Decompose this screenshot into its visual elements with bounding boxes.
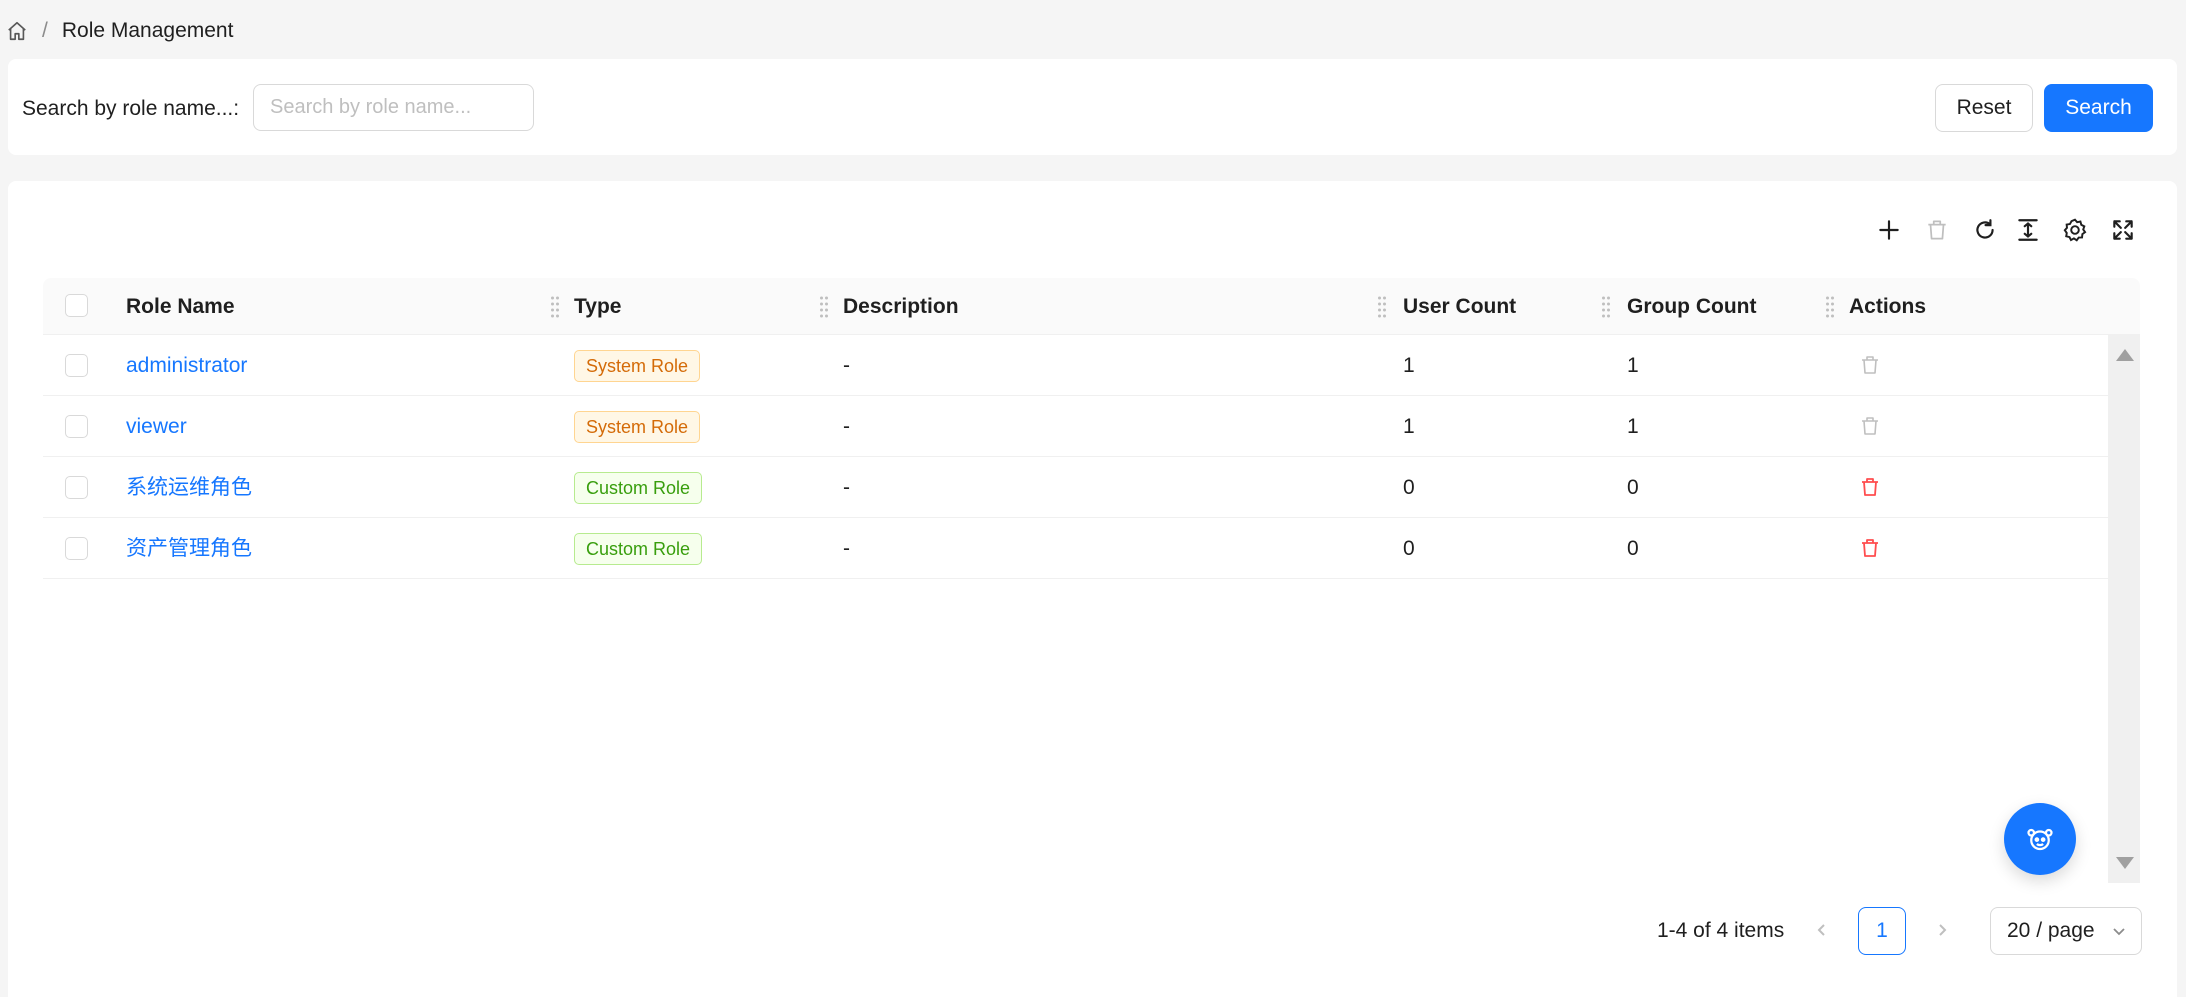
group-count: 0 xyxy=(1627,476,1639,499)
scroll-down-arrow-icon[interactable] xyxy=(2116,857,2134,869)
table-row: viewer System Role - 1 1 xyxy=(43,396,2108,457)
column-resize-handle[interactable] xyxy=(819,295,829,319)
column-header-role-name[interactable]: Role Name xyxy=(126,278,235,335)
table-row: 系统运维角色 Custom Role - 0 0 xyxy=(43,457,2108,518)
assistant-float-button[interactable] xyxy=(2004,803,2076,875)
role-name-link[interactable]: 资产管理角色 xyxy=(126,518,252,579)
role-description: - xyxy=(843,537,850,560)
group-count: 0 xyxy=(1627,537,1639,560)
column-header-actions: Actions xyxy=(1849,295,1927,318)
page-size-select[interactable]: 20 / page xyxy=(1990,907,2142,955)
column-resize-handle[interactable] xyxy=(1601,295,1611,319)
setting-icon[interactable] xyxy=(2059,214,2091,246)
column-resize-handle[interactable] xyxy=(1377,295,1387,319)
role-type-tag: Custom Role xyxy=(574,533,703,565)
user-count: 1 xyxy=(1403,415,1415,438)
row-checkbox[interactable] xyxy=(65,354,88,377)
fullscreen-icon[interactable] xyxy=(2107,214,2139,246)
robot-icon xyxy=(2027,828,2053,851)
scroll-up-arrow-icon[interactable] xyxy=(2116,349,2134,361)
plus-icon[interactable] xyxy=(1873,214,1905,246)
reset-button[interactable]: Reset xyxy=(1935,84,2033,132)
delete-icon[interactable] xyxy=(1858,475,1882,499)
search-button[interactable]: Search xyxy=(2044,84,2153,132)
row-checkbox[interactable] xyxy=(65,537,88,560)
column-header-description[interactable]: Description xyxy=(843,278,959,335)
column-header-user-count[interactable]: User Count xyxy=(1403,278,1516,335)
user-count: 1 xyxy=(1403,354,1415,377)
delete-icon xyxy=(1862,417,1878,435)
select-all-checkbox[interactable] xyxy=(65,294,88,317)
home-icon[interactable] xyxy=(6,20,28,42)
delete-icon xyxy=(1862,356,1878,374)
column-resize-handle[interactable] xyxy=(1825,295,1835,319)
breadcrumb: / Role Management xyxy=(6,16,233,46)
row-checkbox[interactable] xyxy=(65,476,88,499)
column-height-icon[interactable] xyxy=(2012,214,2044,246)
reload-icon[interactable] xyxy=(1969,214,2001,246)
user-count: 0 xyxy=(1403,537,1415,560)
prev-page-button[interactable] xyxy=(1806,914,1838,946)
role-description: - xyxy=(843,476,850,499)
user-count: 0 xyxy=(1403,476,1415,499)
role-type-tag: System Role xyxy=(574,411,701,443)
chevron-left-icon xyxy=(1817,924,1825,936)
table-row: administrator System Role - 1 1 xyxy=(43,335,2108,396)
group-count: 1 xyxy=(1627,354,1639,377)
trash-icon xyxy=(1921,214,1953,246)
breadcrumb-separator: / xyxy=(42,19,48,42)
group-count: 1 xyxy=(1627,415,1639,438)
role-type-tag: Custom Role xyxy=(574,472,703,504)
role-description: - xyxy=(843,354,850,377)
delete-icon[interactable] xyxy=(1858,536,1882,560)
chevron-right-icon xyxy=(1939,924,1947,936)
page-1-button[interactable]: 1 xyxy=(1858,907,1906,955)
table-row: 资产管理角色 Custom Role - 0 0 xyxy=(43,518,2108,579)
table-header: Role Name Type Description User Count Gr… xyxy=(43,278,2140,335)
pagination-total: 1-4 of 4 items xyxy=(1657,919,1785,942)
search-input[interactable] xyxy=(253,84,534,131)
role-name-link[interactable]: 系统运维角色 xyxy=(126,457,252,518)
search-label: Search by role name...: xyxy=(22,97,240,120)
column-header-type[interactable]: Type xyxy=(574,278,621,335)
breadcrumb-current: Role Management xyxy=(61,19,234,42)
page-size-value: 20 / page xyxy=(2007,919,2095,942)
table-scrollbar[interactable] xyxy=(2108,335,2140,883)
role-description: - xyxy=(843,415,850,438)
role-name-link[interactable]: viewer xyxy=(126,396,187,457)
role-name-link[interactable]: administrator xyxy=(126,335,247,396)
column-resize-handle[interactable] xyxy=(550,295,560,319)
row-checkbox[interactable] xyxy=(65,415,88,438)
next-page-button[interactable] xyxy=(1926,914,1958,946)
role-type-tag: System Role xyxy=(574,350,701,382)
chevron-down-icon xyxy=(2113,928,2125,936)
column-header-group-count[interactable]: Group Count xyxy=(1627,278,1756,335)
